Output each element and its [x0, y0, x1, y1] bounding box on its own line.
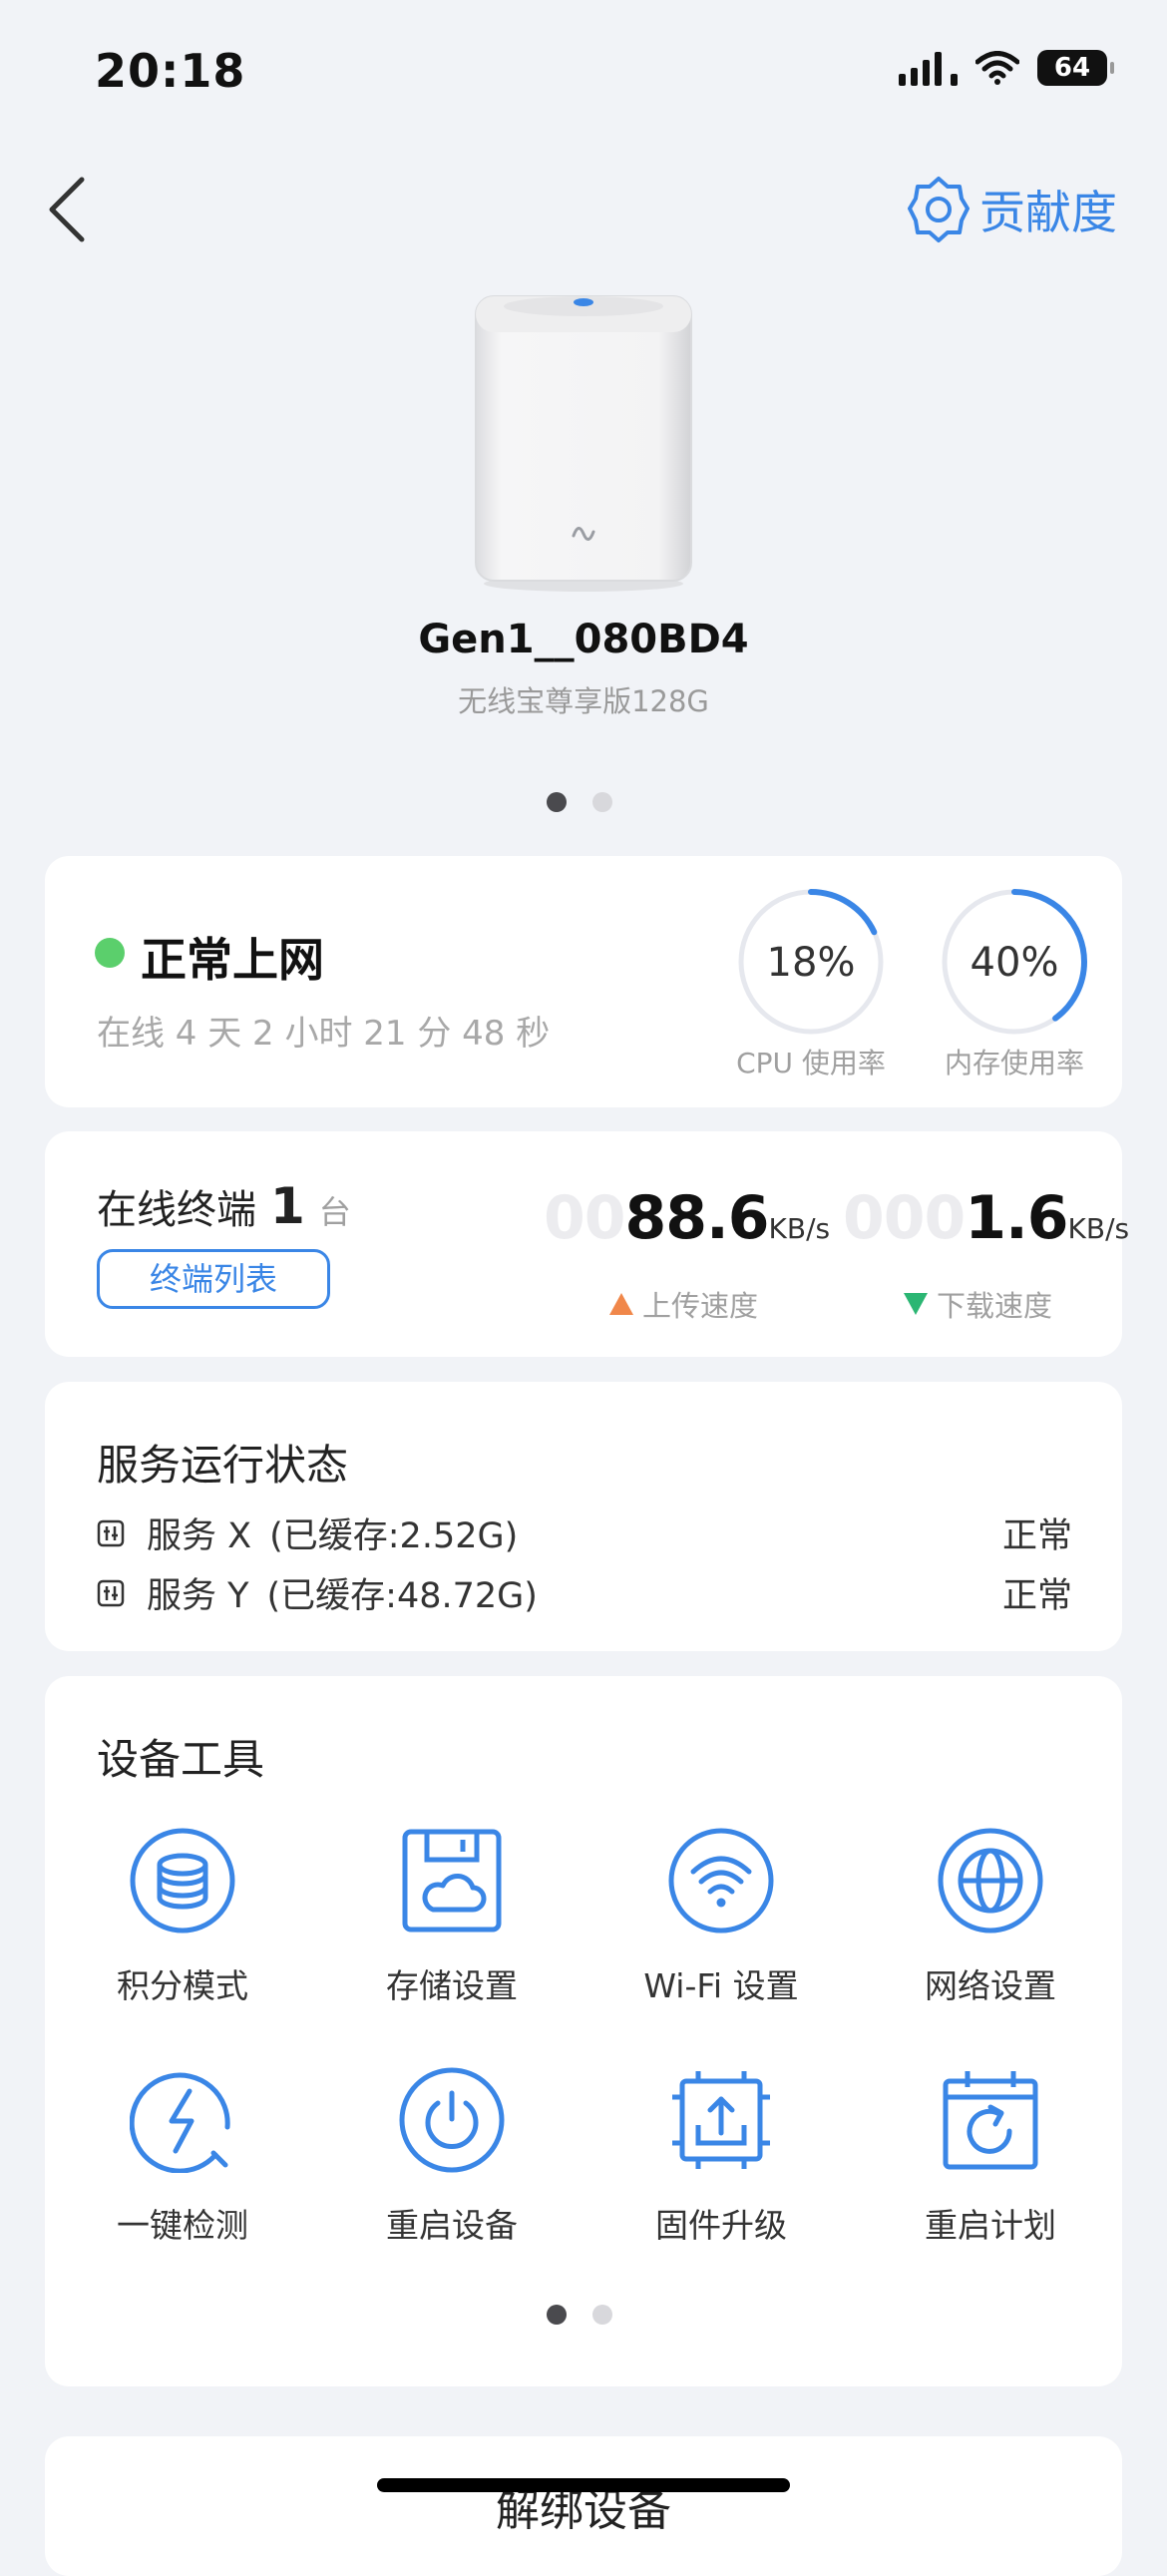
calendar-refresh-icon	[943, 2071, 1038, 2170]
tool-label: 网络设置	[925, 1966, 1056, 2005]
storage-cloud-icon	[402, 1829, 502, 1932]
device-tools-card: 设备工具 积分模式 存储设置 Wi-Fi 设置 网络设置 一键检测 重启设备 固…	[45, 1676, 1122, 2386]
service-cache: (已缓存:48.72G)	[266, 1576, 538, 1616]
pager-dot[interactable]	[592, 2305, 612, 2325]
chip-upload-icon	[672, 2071, 770, 2169]
service-status: 正常	[1001, 1516, 1072, 1556]
contribution-button[interactable]: 贡献度	[908, 175, 1117, 244]
terminal-count: 1	[270, 1177, 305, 1235]
cpu-usage-label: CPU 使用率	[736, 1047, 886, 1079]
tool-label: 重启计划	[925, 2206, 1056, 2245]
power-icon	[399, 2067, 505, 2173]
upload-speed-label: 上传速度	[641, 1289, 758, 1323]
tool-restart-schedule[interactable]: 重启计划	[881, 2067, 1100, 2247]
download-speed-unit: KB/s	[1067, 1212, 1130, 1245]
tool-label: 重启设备	[386, 2206, 518, 2245]
tool-wifi-settings[interactable]: Wi-Fi 设置	[611, 1828, 831, 2007]
wifi-icon	[668, 1828, 774, 1933]
network-status-card: 正常上网 在线 4 天 2 小时 21 分 48 秒 18% CPU 使用率 4…	[45, 856, 1122, 1107]
badge-gear-icon	[908, 177, 970, 242]
coin-stack-icon	[130, 1828, 235, 1933]
home-indicator[interactable]	[377, 2478, 790, 2492]
wifi-status-icon	[975, 51, 1019, 85]
memory-usage-label: 内存使用率	[944, 1047, 1084, 1079]
device-tools-title: 设备工具	[97, 1735, 265, 1784]
service-status-card: 服务运行状态 服务 X (已缓存:2.52G) 正常 服务 Y (已缓存:48.…	[45, 1382, 1122, 1651]
device-carousel-pager[interactable]	[547, 792, 612, 812]
pager-dot-active[interactable]	[547, 792, 567, 812]
tool-storage-settings[interactable]: 存储设置	[342, 1828, 562, 2007]
uptime-text: 在线 4 天 2 小时 21 分 48 秒	[97, 1014, 551, 1054]
tool-points-mode[interactable]: 积分模式	[73, 1828, 292, 2007]
status-time: 20:18	[95, 44, 246, 98]
service-status-title: 服务运行状态	[97, 1441, 349, 1490]
upload-speed: 0088.6KB/s	[544, 1183, 830, 1253]
service-cache: (已缓存:2.52G)	[269, 1516, 519, 1556]
terminal-label: 在线终端	[97, 1187, 256, 1233]
router-device-image	[474, 284, 693, 594]
download-speed-value: 1.6	[965, 1183, 1068, 1253]
triangle-down-icon	[903, 1293, 928, 1315]
pager-dot-active[interactable]	[547, 2305, 567, 2325]
back-button[interactable]	[40, 170, 100, 249]
tool-label: Wi-Fi 设置	[643, 1966, 799, 2005]
terminal-unit: 台	[318, 1193, 351, 1231]
upload-speed-label-row: 上传速度	[584, 1283, 783, 1325]
device-model: 无线宝尊享版128G	[458, 684, 709, 718]
contribution-label: 贡献度	[979, 186, 1117, 239]
upload-speed-ghost: 00	[544, 1183, 625, 1253]
memory-usage-value: 40%	[970, 940, 1059, 986]
pager-dot[interactable]	[592, 792, 612, 812]
tool-label: 固件升级	[655, 2206, 787, 2245]
tools-carousel-pager[interactable]	[547, 2305, 612, 2325]
terminal-count-row: 在线终端 1 台	[97, 1177, 351, 1235]
unbind-card: 解绑设备	[45, 2436, 1122, 2576]
globe-icon	[938, 1828, 1043, 1933]
upload-speed-unit: KB/s	[768, 1212, 831, 1245]
cellular-signal-icon	[899, 50, 958, 86]
triangle-up-icon	[608, 1293, 633, 1315]
cpu-usage-value: 18%	[766, 940, 856, 986]
chevron-left-icon	[49, 177, 85, 242]
tool-network-settings[interactable]: 网络设置	[881, 1828, 1100, 2007]
tool-label: 存储设置	[386, 1966, 518, 2005]
service-toggle-icon	[97, 1519, 125, 1546]
download-speed-label-row: 下载速度	[878, 1283, 1077, 1325]
tool-label: 积分模式	[117, 1966, 248, 2005]
service-row: 服务 Y (已缓存:48.72G) 正常	[97, 1567, 1072, 1618]
status-icons: 64	[899, 50, 1114, 86]
online-indicator-dot	[95, 938, 125, 968]
upload-speed-value: 88.6	[624, 1183, 770, 1253]
service-row: 服务 X (已缓存:2.52G) 正常	[97, 1507, 1072, 1558]
service-status: 正常	[1001, 1576, 1072, 1616]
service-name: 服务 X	[147, 1516, 252, 1556]
tool-one-click-check[interactable]: 一键检测	[73, 2067, 292, 2247]
service-toggle-icon	[97, 1579, 125, 1606]
device-name: Gen1__080BD4	[418, 617, 749, 662]
terminals-card: 在线终端 1 台 终端列表 0088.6KB/s 上传速度 0001.6KB/s…	[45, 1131, 1129, 1357]
tool-firmware-upgrade[interactable]: 固件升级	[611, 2067, 831, 2247]
terminal-list-button[interactable]: 终端列表	[97, 1249, 330, 1309]
tool-restart-device[interactable]: 重启设备	[342, 2067, 562, 2247]
network-status-text: 正常上网	[141, 933, 324, 987]
download-speed-label: 下载速度	[936, 1289, 1052, 1323]
download-speed: 0001.6KB/s	[843, 1183, 1129, 1253]
tool-label: 一键检测	[117, 2206, 248, 2245]
service-name: 服务 Y	[147, 1576, 249, 1616]
download-speed-ghost: 000	[843, 1183, 966, 1253]
battery-indicator: 64	[1037, 50, 1114, 86]
lightning-check-icon	[130, 2072, 230, 2173]
